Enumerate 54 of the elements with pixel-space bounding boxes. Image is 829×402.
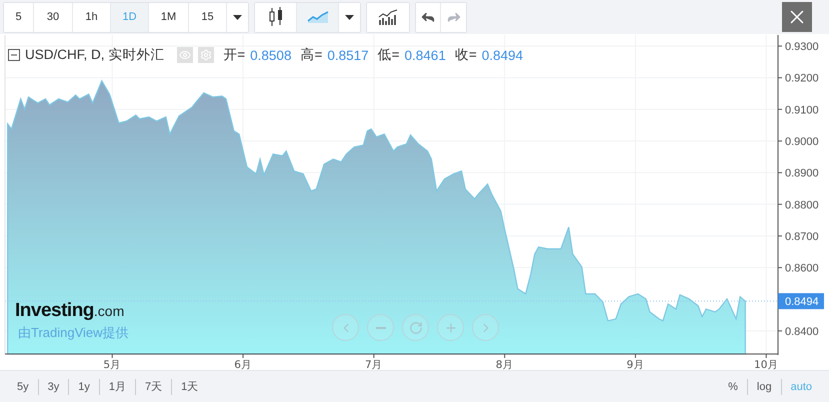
indicators-icon — [378, 9, 398, 26]
logo-wordmark: Investing — [15, 300, 94, 322]
rotate-icon — [408, 320, 422, 335]
axis-label: 0.9000 — [785, 136, 819, 148]
range-button[interactable]: 1月 — [98, 378, 135, 395]
logo-suffix: .com — [94, 303, 124, 320]
scale-option[interactable]: log — [746, 378, 781, 395]
range-button[interactable]: 3y — [38, 378, 68, 395]
legend-label: 低= — [378, 46, 400, 64]
axis-label: 0.8700 — [785, 231, 819, 244]
axis-label: 9月 — [626, 359, 644, 370]
axis-label: 8月 — [496, 359, 514, 370]
axis-label: 0.9300 — [785, 42, 819, 54]
legend-value: 0.8494 — [482, 48, 524, 63]
legend-value: 0.8461 — [404, 48, 446, 63]
current-price-label: 0.8494 — [778, 294, 824, 310]
interval-button[interactable]: 5 — [4, 2, 34, 32]
axis-label: 0.8600 — [785, 263, 819, 276]
zoom-out-button[interactable] — [367, 314, 394, 342]
undo-button[interactable] — [416, 2, 441, 32]
chart-type-button[interactable] — [255, 2, 297, 32]
axis-label: 10月 — [754, 359, 778, 370]
collapse-icon[interactable] — [8, 49, 20, 62]
axis-label: 0.9200 — [785, 73, 819, 86]
scale-option[interactable]: % — [719, 378, 747, 395]
legend-value: 0.8508 — [250, 48, 292, 63]
axis-label: 5月 — [103, 359, 122, 370]
zoom-in-button[interactable] — [437, 314, 464, 342]
axis-label: 7月 — [365, 359, 383, 370]
candlestick-icon — [268, 6, 282, 28]
legend-label: 开= — [223, 46, 246, 64]
axis-label: 0.8400 — [785, 326, 819, 338]
legend-label: 高= — [300, 46, 322, 64]
legend-value: 0.8517 — [327, 48, 369, 63]
axis-label: 0.8800 — [785, 200, 819, 212]
range-button[interactable]: 7天 — [135, 378, 172, 395]
caret-icon — [345, 14, 354, 20]
symbol-title: USD/CHF, D, 实时外汇 — [25, 46, 164, 64]
axis-label: 0.8900 — [785, 168, 819, 180]
provider-credit: 由TradingView提供 — [18, 324, 129, 342]
range-button[interactable]: 1y — [68, 378, 99, 395]
settings-icon[interactable] — [198, 47, 214, 64]
caret-icon — [233, 14, 242, 20]
range-button[interactable]: 5y — [8, 378, 38, 395]
reset-button[interactable] — [402, 314, 429, 342]
plus-icon — [444, 320, 458, 335]
eye-icon[interactable] — [177, 47, 194, 64]
axis-label: 6月 — [234, 359, 252, 370]
range-button[interactable]: 1天 — [171, 378, 208, 395]
minus-icon — [376, 326, 386, 329]
legend-label: 收= — [454, 46, 477, 64]
area-chart-icon — [306, 11, 328, 24]
close-button[interactable] — [782, 2, 812, 32]
axis-label: 0.9100 — [785, 104, 819, 117]
